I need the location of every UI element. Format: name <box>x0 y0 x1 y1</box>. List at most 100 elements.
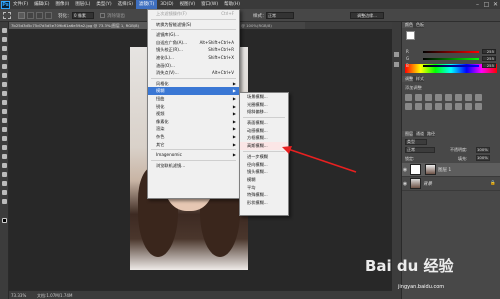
eyedropper-tool-icon[interactable] <box>2 73 7 78</box>
menu-item[interactable]: 滤镜(T) <box>135 0 158 9</box>
menu-item[interactable]: 编辑(E) <box>31 0 52 9</box>
menu-item[interactable]: 类型(Y) <box>93 0 114 9</box>
type-tool-icon[interactable] <box>2 163 7 168</box>
visibility-eye-icon[interactable]: ◉ <box>402 181 408 187</box>
filter-menu-item[interactable]: 滤镜库(G)... <box>148 31 239 39</box>
exposure-icon[interactable] <box>435 94 442 101</box>
move-tool-icon[interactable] <box>2 28 7 33</box>
filter-menu-item[interactable]: 锐化 ▶ <box>148 103 239 111</box>
feather-input[interactable]: 0 像素 <box>72 12 94 19</box>
intersect-selection-icon[interactable] <box>45 12 52 19</box>
layer-thumbnail[interactable] <box>410 178 421 189</box>
new-selection-icon[interactable] <box>18 12 25 19</box>
filter-menu-item[interactable]: 镜头校正(R)... Shift+Ctrl+R <box>148 46 239 54</box>
filter-menu-item[interactable]: 风格化 ▶ <box>148 80 239 88</box>
color-lookup-icon[interactable] <box>425 103 432 110</box>
levels-icon[interactable] <box>415 94 422 101</box>
invert-icon[interactable] <box>435 103 442 110</box>
crop-tool-icon[interactable] <box>2 64 7 69</box>
history-icon[interactable] <box>394 52 399 57</box>
tab-document-1[interactable]: 7b25d3d5c75d7d5d5e709b61a6e59a2.jpg @ 73… <box>9 22 154 29</box>
layer-row[interactable]: ◉ 图层 1 <box>402 163 500 177</box>
menu-item[interactable]: 图像(I) <box>52 0 72 9</box>
channel-mixer-icon[interactable] <box>415 103 422 110</box>
history-brush-tool-icon[interactable] <box>2 109 7 114</box>
blur-submenu-item[interactable]: 特殊模糊... <box>240 191 288 199</box>
blur-submenu-item[interactable]: 动感模糊... <box>240 127 288 135</box>
layer-filter-select[interactable]: 类型 <box>405 139 427 145</box>
channel-value-input[interactable]: 255 <box>482 49 496 54</box>
zoom-tool-icon[interactable] <box>2 199 7 204</box>
filter-menu-item[interactable]: 自适应广角(A)... Alt+Shift+Ctrl+A <box>148 39 239 47</box>
opacity-input[interactable]: 100% <box>476 147 490 153</box>
properties-icon[interactable] <box>394 62 399 67</box>
menu-item[interactable]: 文件(F) <box>10 0 31 9</box>
menu-item[interactable]: 3D(D) <box>157 0 176 9</box>
maximize-button[interactable]: □ <box>482 1 491 8</box>
hue-saturation-icon[interactable] <box>455 94 462 101</box>
style-select[interactable]: 正常 <box>266 12 294 19</box>
posterize-icon[interactable] <box>445 103 452 110</box>
selective-color-icon[interactable] <box>475 103 482 110</box>
channel-slider[interactable] <box>423 51 479 53</box>
menu-item[interactable]: 帮助(H) <box>221 0 243 9</box>
layer-row[interactable]: ◉ 背景 🔒 <box>402 177 500 191</box>
foreground-color-icon[interactable] <box>2 218 7 223</box>
filter-menu-item[interactable]: 扭曲 ▶ <box>148 95 239 103</box>
antialias-checkbox[interactable] <box>100 13 105 18</box>
layer-name[interactable]: 背景 <box>423 181 432 187</box>
healing-tool-icon[interactable] <box>2 82 7 87</box>
path-select-tool-icon[interactable] <box>2 172 7 177</box>
channel-value-input[interactable]: 255 <box>482 63 496 68</box>
menu-item[interactable]: 图层(L) <box>72 0 93 9</box>
refine-edge-button[interactable]: 调整边缘... <box>350 12 384 19</box>
blend-mode-select[interactable]: 正常 <box>405 147 435 153</box>
menu-item[interactable]: 视图(V) <box>177 0 199 9</box>
vibrance-icon[interactable] <box>445 94 452 101</box>
foreground-color-swatch[interactable] <box>406 31 415 40</box>
menu-item[interactable]: 窗口(W) <box>198 0 221 9</box>
filter-menu-item[interactable]: 视频 ▶ <box>148 110 239 118</box>
filter-menu-item[interactable]: 像素化 ▶ <box>148 118 239 126</box>
menu-item[interactable]: 选择(S) <box>115 0 136 9</box>
layer-thumbnail[interactable] <box>425 164 436 175</box>
marquee-tool-icon[interactable] <box>2 37 7 42</box>
blur-submenu-item[interactable]: 平均 <box>240 184 288 192</box>
layer-name[interactable]: 图层 1 <box>438 167 451 173</box>
filter-menu-item[interactable]: 渲染 ▶ <box>148 125 239 133</box>
close-button[interactable]: ✕ <box>491 1 500 8</box>
gradient-tool-icon[interactable] <box>2 127 7 132</box>
filter-menu-item[interactable]: 转换为智能滤镜(S) <box>148 21 239 29</box>
channel-value-input[interactable]: 255 <box>482 56 496 61</box>
blur-submenu-item[interactable]: 表面模糊... <box>240 119 288 127</box>
black-white-icon[interactable] <box>475 94 482 101</box>
blur-submenu-item[interactable]: 光圈模糊... <box>240 101 288 109</box>
filter-menu-item[interactable]: 杂色 ▶ <box>148 133 239 141</box>
filter-menu-item[interactable]: Imagenomic ▶ <box>148 151 239 159</box>
blur-tool-icon[interactable] <box>2 136 7 141</box>
minimize-button[interactable]: – <box>473 1 482 8</box>
zoom-level[interactable]: 73.33% <box>11 293 26 298</box>
brightness-icon[interactable] <box>405 94 412 101</box>
layer-mask-thumbnail[interactable] <box>410 164 421 175</box>
hand-tool-icon[interactable] <box>2 190 7 195</box>
tab-adjustments[interactable]: 调整 <box>402 76 413 82</box>
lasso-tool-icon[interactable] <box>2 46 7 51</box>
filter-menu-item[interactable]: 其它 ▶ <box>148 141 239 149</box>
eraser-tool-icon[interactable] <box>2 118 7 123</box>
clone-stamp-tool-icon[interactable] <box>2 100 7 105</box>
blur-submenu-item[interactable]: 形状模糊... <box>240 199 288 207</box>
channel-slider[interactable] <box>423 58 479 60</box>
fill-input[interactable]: 100% <box>476 155 490 161</box>
threshold-icon[interactable] <box>455 103 462 110</box>
filter-menu-item[interactable]: 消失点(V)... Alt+Ctrl+V <box>148 69 239 77</box>
curves-icon[interactable] <box>425 94 432 101</box>
channel-slider[interactable] <box>423 65 479 67</box>
filter-menu-item[interactable]: 模糊 ▶ <box>148 87 239 95</box>
blur-submenu-item[interactable]: 倾斜偏移... <box>240 108 288 116</box>
filter-menu-item[interactable]: 液化(L)... Shift+Ctrl+X <box>148 54 239 62</box>
filter-menu-item[interactable]: 油画(O)... <box>148 62 239 70</box>
dodge-tool-icon[interactable] <box>2 145 7 150</box>
photo-filter-icon[interactable] <box>405 103 412 110</box>
subtract-selection-icon[interactable] <box>36 12 43 19</box>
